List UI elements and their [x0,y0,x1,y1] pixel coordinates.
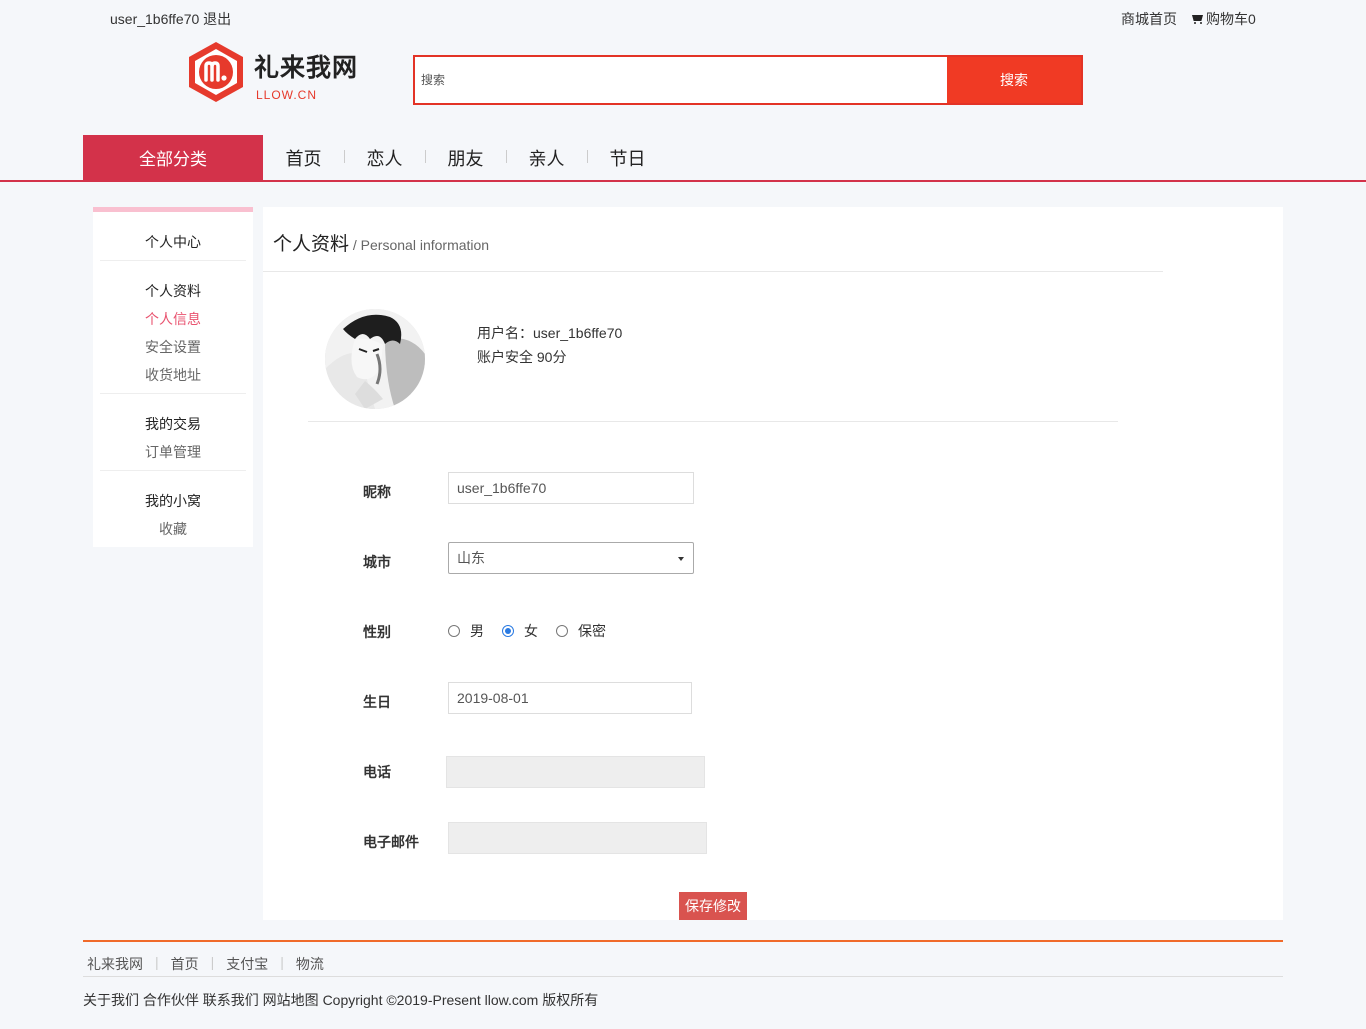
city-select[interactable]: 山东 [448,542,694,574]
birthday-label: 生日 [363,694,391,710]
username-line: 用户名：user_1b6ffe70 [477,325,623,341]
footer-link-site[interactable]: 礼来我网 [87,954,143,974]
footer-sitemap-link[interactable]: 网站地图 [263,992,319,1008]
sidebar-group-trades: 我的交易 [145,416,201,432]
footer-link-logistics[interactable]: 物流 [296,954,324,974]
city-label: 城市 [363,554,391,570]
search-button[interactable]: 搜索 [947,57,1081,103]
cart-icon [1191,14,1204,25]
user-sidebar: 个人中心 个人资料 个人信息 安全设置 收货地址 我的交易 订单管理 我的小窝 … [93,207,253,547]
sidebar-item-address[interactable]: 收货地址 [93,365,253,385]
footer-separator: | [210,954,215,970]
account-security-line: 账户安全 90分 [477,349,567,365]
footer-divider [83,940,1283,942]
sidebar-item-personal-info[interactable]: 个人信息 [93,309,253,329]
gender-radio-male[interactable] [448,625,460,637]
email-label: 电子邮件 [363,834,419,850]
birthday-input[interactable]: 2019-08-01 [448,682,692,714]
logo-name: 礼来我网 [254,53,359,82]
gender-radio-female[interactable] [502,625,514,637]
sidebar-center-title[interactable]: 个人中心 [93,232,253,252]
sidebar-divider [100,393,246,394]
logout-link[interactable]: 退出 [203,11,231,27]
cart-link[interactable]: 购物车0 [1191,9,1256,29]
gender-label: 性别 [363,624,391,640]
sidebar-group-profile: 个人资料 [145,283,201,299]
page-title: 个人资料 / Personal information [273,229,489,256]
gender-option-male: 男 [470,623,484,639]
copyright-text: Copyright ©2019-Present llow.com 版权所有 [322,992,599,1008]
gender-option-secret: 保密 [578,623,606,639]
top-links: 商城首页 购物车0 [1121,9,1256,29]
sidebar-item-favorites[interactable]: 收藏 [93,519,253,539]
footer-separator: | [280,954,284,970]
nav-item-family[interactable]: 亲人 [506,145,587,171]
cart-label: 购物车0 [1206,11,1256,27]
nav-item-lovers[interactable]: 恋人 [344,145,425,171]
top-bar: user_1b6ffe70 退出 商城首页 购物车0 [0,0,1366,34]
phone-label: 电话 [363,764,391,780]
sidebar-item-orders[interactable]: 订单管理 [93,442,253,462]
city-selected-value: 山东 [457,550,485,566]
footer-partners-link[interactable]: 合作伙伴 [143,992,199,1008]
nav-items: 首页 恋人 朋友 亲人 节日 [263,135,668,180]
footer-divider-thin [83,976,1283,977]
chevron-down-icon [678,557,684,561]
username-link[interactable]: user_1b6ffe70 [110,11,199,27]
search-input[interactable] [415,57,947,103]
logo-sub: LLOW.CN [256,88,318,102]
gender-radio-group: 男 女 保密 [448,621,624,641]
footer-links: 礼来我网 | 首页 | 支付宝 | 物流 [87,954,324,974]
footer-about-link[interactable]: 关于我们 [83,992,139,1008]
page-subtitle: / Personal information [349,237,490,253]
main-nav: 全部分类 首页 恋人 朋友 亲人 节日 [0,135,1366,182]
sidebar-divider [100,260,246,261]
page-title-text: 个人资料 [273,234,350,255]
nickname-input[interactable]: user_1b6ffe70 [448,472,694,504]
gender-option-female: 女 [524,623,538,639]
footer-copyright: 关于我们 合作伙伴 联系我们 网站地图 Copyright ©2019-Pres… [83,990,598,1010]
sidebar-group-nest: 我的小窝 [145,493,201,509]
phone-input[interactable] [446,756,705,788]
info-divider [308,421,1118,422]
avatar[interactable] [325,309,425,409]
search-bar: 搜索 [413,55,1083,105]
title-divider [263,271,1163,272]
avatar-image [325,309,425,409]
logo-hexagon-icon [189,42,243,102]
mall-home-link[interactable]: 商城首页 [1121,9,1177,29]
email-input[interactable] [448,822,707,854]
footer-link-home[interactable]: 首页 [171,954,199,974]
nav-item-home[interactable]: 首页 [263,145,344,171]
site-logo[interactable]: 礼来我网 LLOW.CN [186,40,386,106]
main-content: 个人资料 / Personal information 用户名：user_1b6… [263,207,1283,920]
nickname-label: 昵称 [363,484,391,500]
footer-separator: | [155,954,159,970]
user-status: user_1b6ffe70 退出 [110,9,231,29]
user-summary: 用户名：user_1b6ffe70 账户安全 90分 [477,321,622,369]
nav-item-holidays[interactable]: 节日 [587,145,668,171]
gender-radio-secret[interactable] [556,625,568,637]
footer-contact-link[interactable]: 联系我们 [203,992,259,1008]
nav-item-friends[interactable]: 朋友 [425,145,506,171]
save-button[interactable]: 保存修改 [679,892,747,920]
sidebar-item-security[interactable]: 安全设置 [93,337,253,357]
all-categories-button[interactable]: 全部分类 [83,135,263,180]
footer-link-alipay[interactable]: 支付宝 [226,954,268,974]
sidebar-divider [100,470,246,471]
